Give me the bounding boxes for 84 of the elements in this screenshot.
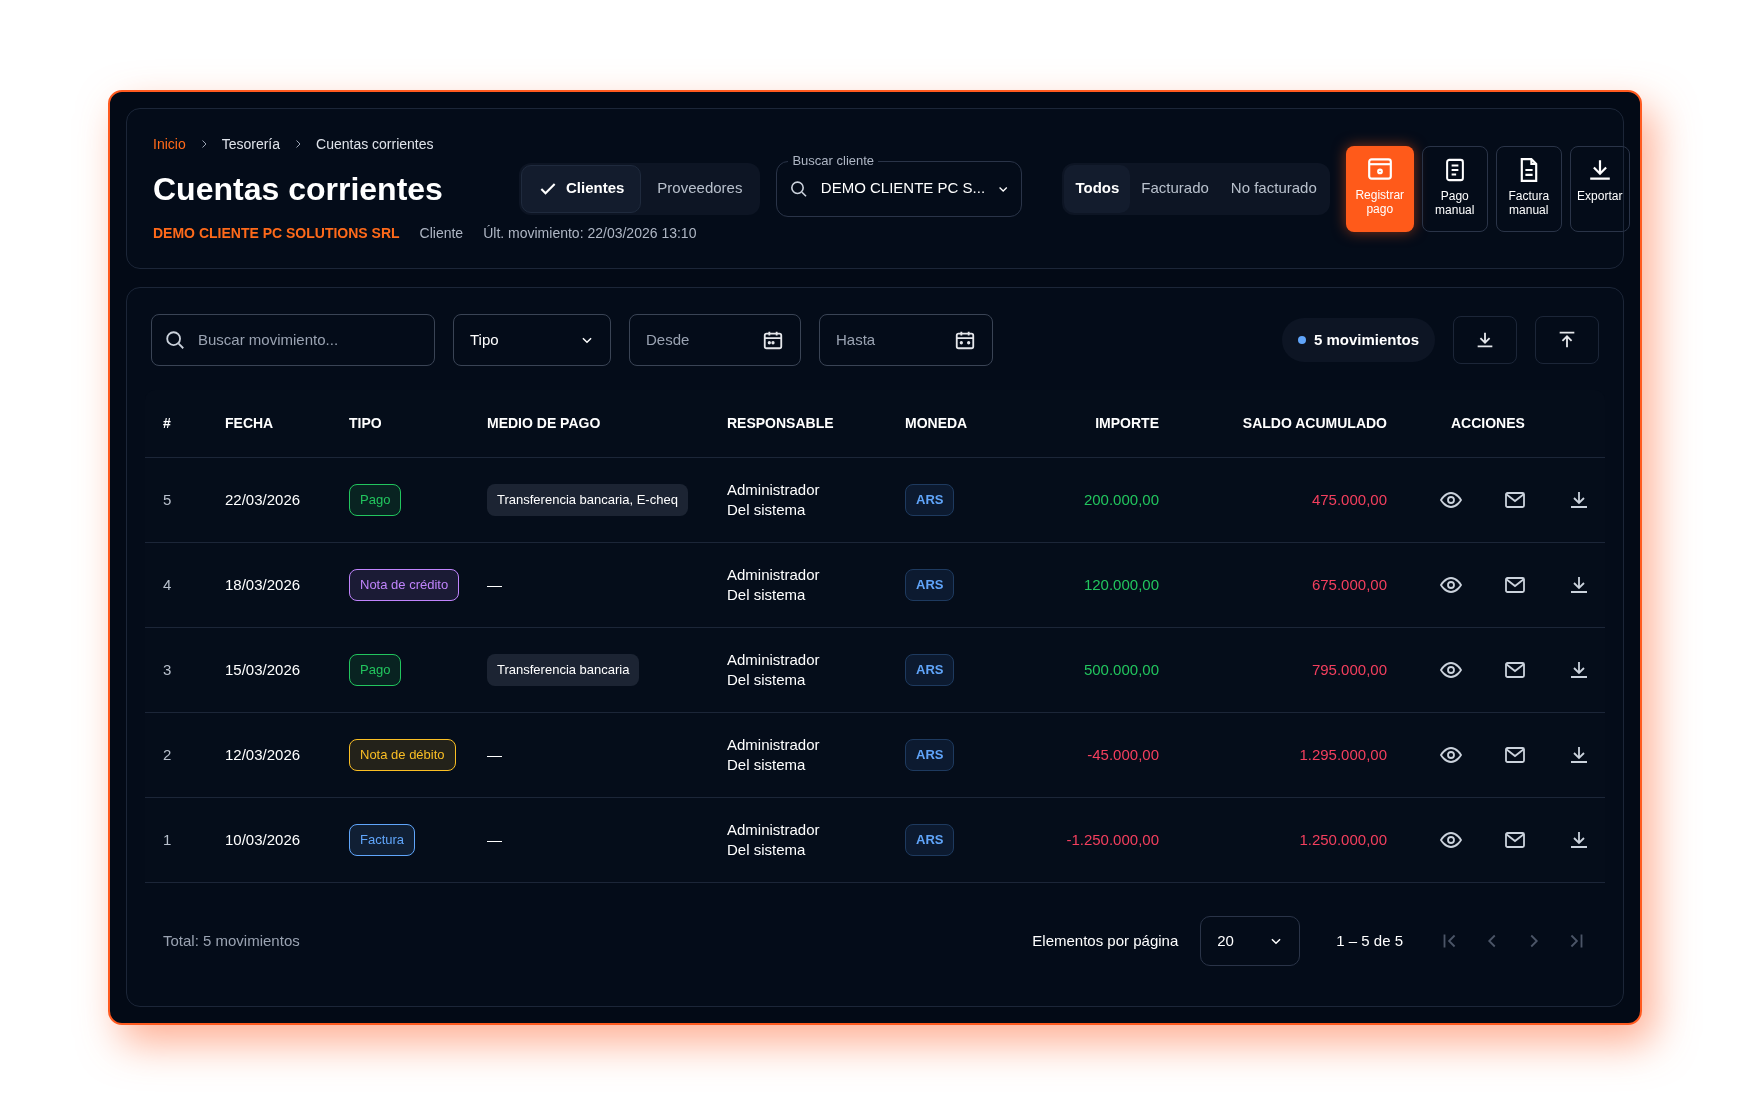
breadcrumb-link[interactable]: Cuentas corrientes	[316, 133, 434, 155]
balance-cell-text: 675.000,00	[1310, 574, 1388, 595]
download-icon	[1588, 158, 1611, 181]
client-role: Cliente	[419, 223, 464, 243]
calendar-icon	[954, 329, 976, 351]
receipt-icon	[1445, 157, 1464, 182]
date-input[interactable]: Hasta	[836, 328, 936, 352]
amount-cell-text: -45.000,00	[1086, 744, 1160, 765]
filter-tab[interactable]: No facturado	[1219, 164, 1328, 213]
table-cell-text: 10/03/2026	[225, 829, 302, 850]
date-field[interactable]: Desde	[629, 314, 801, 366]
client-name: DEMO CLIENTE PC SOLUTIONS SRL	[153, 223, 400, 243]
search-field[interactable]: Buscar movimiento...	[151, 314, 435, 366]
currency-tag: ARS	[905, 824, 955, 856]
amount-cell-text: -1.250.000,00	[1065, 829, 1160, 850]
table-cell: —	[487, 575, 502, 593]
column-header: RESPONSABLE	[727, 414, 835, 433]
currency-tag: ARS	[905, 739, 955, 771]
table-cell-text: 18/03/2026	[225, 574, 302, 595]
column-header: #	[163, 414, 172, 433]
table-cell-text: 3	[163, 659, 173, 680]
breadcrumb-link[interactable]: Tesorería	[221, 133, 281, 155]
search-input[interactable]: Buscar movimiento...	[198, 328, 398, 352]
table-cell-text: Administrador Del sistema	[727, 480, 821, 520]
column-header: MEDIO DE PAGO	[487, 414, 602, 433]
currency-tag: ARS	[905, 484, 955, 516]
document-icon	[1519, 157, 1538, 182]
column-header: ACCIONES	[1450, 414, 1526, 433]
currency-tag: ARS	[905, 654, 955, 686]
per-page-dropdown[interactable]: 20	[1200, 916, 1301, 966]
action-button[interactable]: Pago manual	[1421, 145, 1488, 232]
table-cell-text: Administrador Del sistema	[727, 650, 821, 690]
count-badge: 5 movimientos	[1281, 318, 1435, 362]
table-cell-text: Administrador Del sistema	[727, 735, 821, 775]
calendar-icon	[762, 329, 784, 351]
column-header: SALDO ACUMULADO	[1241, 414, 1388, 433]
action-button[interactable]: Exportar	[1569, 145, 1630, 232]
balance-cell-text: 1.295.000,00	[1298, 744, 1388, 765]
wallet-icon	[1367, 157, 1392, 180]
type-dropdown[interactable]: Tipo	[453, 314, 611, 366]
total-label: Total: 5 movimientos	[163, 930, 300, 951]
column-header: TIPO	[349, 414, 383, 433]
date-input[interactable]: Desde	[646, 328, 746, 352]
type-tag: Factura	[349, 824, 416, 856]
column-header: FECHA	[225, 414, 275, 433]
amount-cell-text: 200.000,00	[1082, 489, 1160, 510]
filter-tab[interactable]: Todos	[1064, 164, 1131, 213]
table-cell: —	[487, 745, 502, 763]
page-range: 1 – 5 de 5	[1336, 930, 1403, 951]
balance-cell-text: 1.250.000,00	[1298, 829, 1388, 850]
type-tag: Nota de débito	[349, 739, 456, 771]
table-cell-text: 4	[163, 574, 173, 595]
type-tag: Pago	[349, 484, 402, 516]
action-button[interactable]: Factura manual	[1495, 145, 1562, 232]
search-icon	[164, 329, 186, 351]
table-cell: —	[487, 830, 502, 848]
table-cell-text: 2	[163, 744, 173, 765]
column-header: IMPORTE	[1094, 414, 1160, 433]
table-cell-text: 1	[163, 829, 173, 850]
table-cell-text: 12/03/2026	[225, 744, 302, 765]
party-tab[interactable]: Proveedores	[641, 164, 759, 213]
currency-tag: ARS	[905, 569, 955, 601]
payment-method-tag: Transferencia bancaria	[487, 654, 640, 686]
type-tag: Nota de crédito	[349, 569, 460, 601]
page-title: Cuentas corrientes	[153, 169, 444, 209]
payment-method-tag: Transferencia bancaria, E-cheq	[487, 484, 688, 516]
table-cell-text: 22/03/2026	[225, 489, 302, 510]
table-cell-text: Administrador Del sistema	[727, 820, 821, 860]
table-cell-text: 5	[163, 489, 173, 510]
type-tag: Pago	[349, 654, 402, 686]
party-tab[interactable]: Clientes	[521, 164, 642, 213]
column-header: MONEDA	[905, 414, 969, 433]
table-cell-text: Administrador Del sistema	[727, 565, 821, 605]
amount-cell-text: 120.000,00	[1082, 574, 1160, 595]
balance-cell-text: 795.000,00	[1310, 659, 1388, 680]
date-field[interactable]: Hasta	[819, 314, 993, 366]
table-cell-text: 15/03/2026	[225, 659, 302, 680]
balance-cell-text: 475.000,00	[1310, 489, 1388, 510]
upload-button[interactable]	[1535, 316, 1599, 364]
amount-cell-text: 500.000,00	[1082, 659, 1160, 680]
per-page-label: Elementos por página	[1032, 930, 1179, 951]
filter-tab[interactable]: Facturado	[1130, 164, 1220, 213]
breadcrumb-link[interactable]: Inicio	[153, 133, 186, 155]
last-movement: Últ. movimiento: 22/03/2026 13:10	[483, 223, 697, 243]
